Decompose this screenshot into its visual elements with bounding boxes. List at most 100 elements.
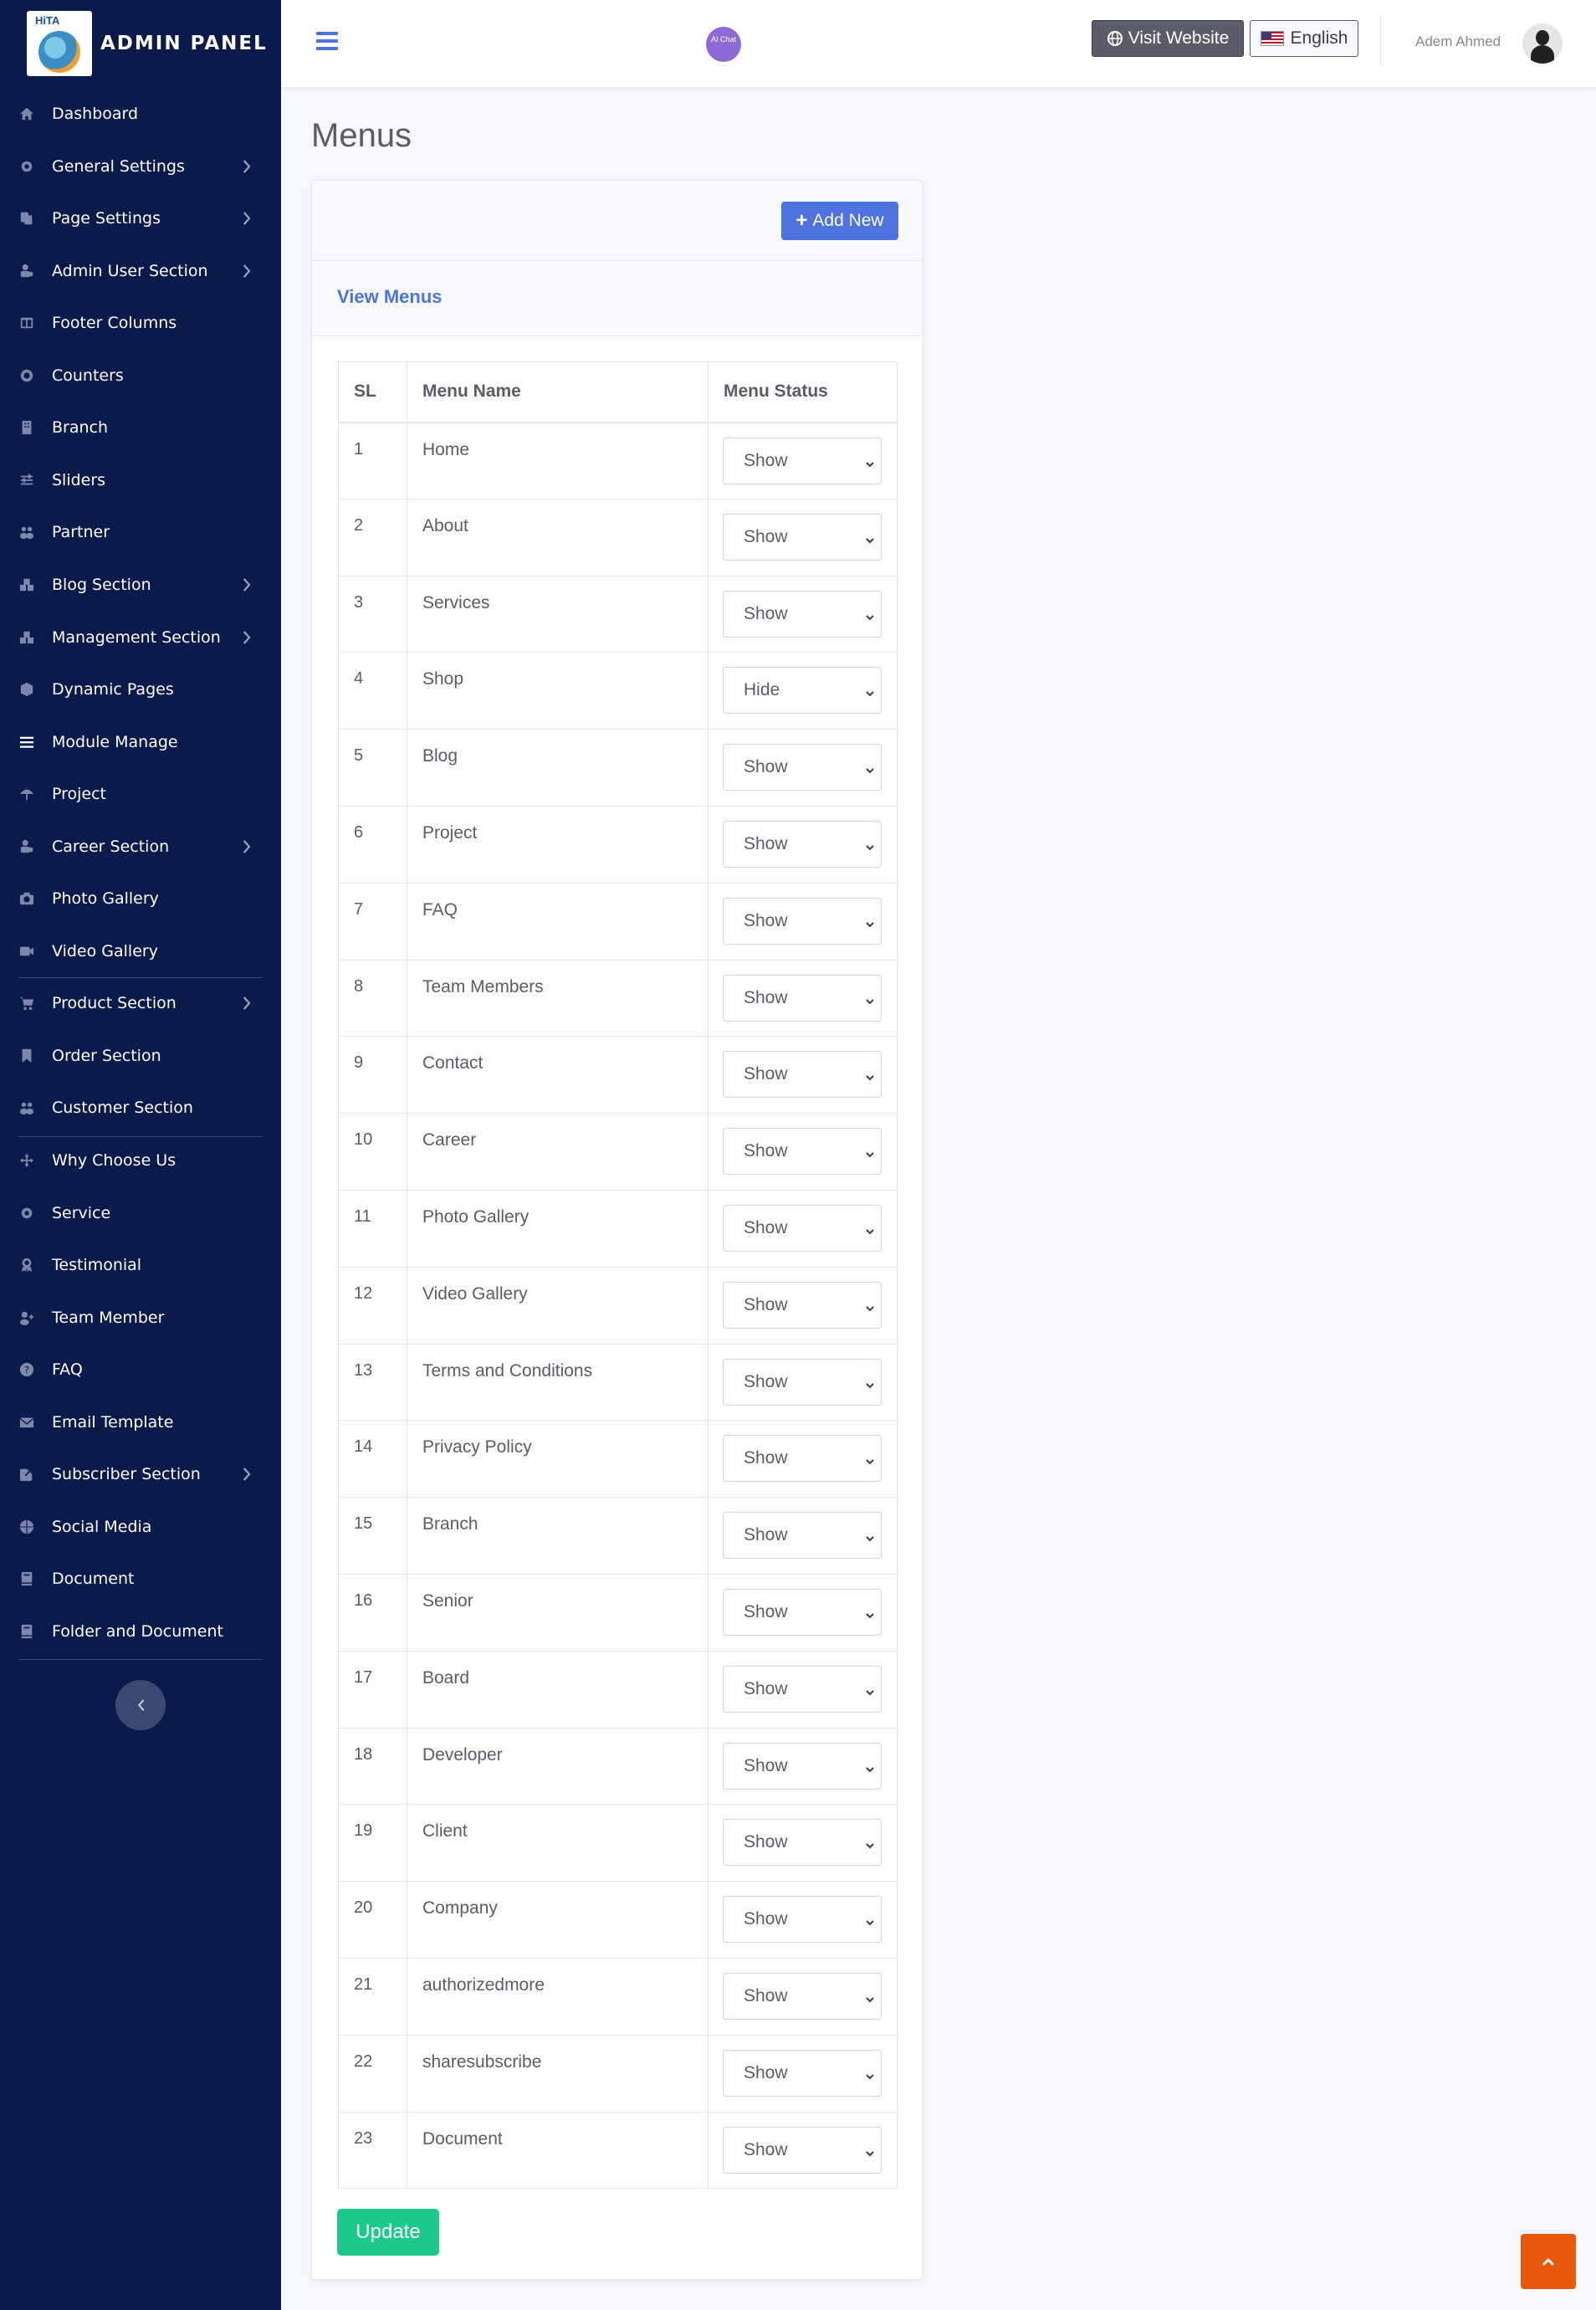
- menu-status-select[interactable]: Show: [723, 1512, 882, 1560]
- menu-status-select[interactable]: Show: [723, 1051, 882, 1099]
- sidebar-item-email-template[interactable]: Email Template: [18, 1406, 261, 1439]
- cog-icon: [18, 158, 35, 175]
- menu-status-select[interactable]: Show: [723, 1588, 882, 1636]
- column-header-menu-name: Menu Name: [407, 361, 708, 423]
- sidebar-item-video-gallery[interactable]: Video Gallery: [18, 935, 261, 968]
- menu-status-select[interactable]: Show: [723, 1358, 882, 1406]
- user-name[interactable]: Adem Ahmed: [1415, 33, 1501, 50]
- menu-status-select[interactable]: Show: [723, 897, 882, 945]
- row-sl: 20: [338, 1881, 407, 1959]
- menu-status-select[interactable]: Show: [723, 820, 882, 868]
- sidebar-item-photo-gallery[interactable]: Photo Gallery: [18, 882, 261, 915]
- sidebar-item-social-media[interactable]: Social Media: [18, 1510, 261, 1544]
- sidebar-item-document[interactable]: Document: [18, 1562, 261, 1595]
- sidebar-item-order-section[interactable]: Order Section: [18, 1039, 261, 1073]
- menu-status-select[interactable]: Show: [723, 1665, 882, 1713]
- scroll-to-top-button[interactable]: [1521, 2234, 1576, 2289]
- row-menu-status-cell: Show: [708, 1420, 898, 1498]
- menu-status-select[interactable]: Hide: [723, 667, 882, 715]
- visit-website-button[interactable]: Visit Website: [1092, 20, 1244, 57]
- update-button[interactable]: Update: [337, 2209, 439, 2256]
- sidebar-item-general-settings[interactable]: General Settings: [18, 150, 261, 183]
- sidebar-item-product-section[interactable]: Product Section: [18, 986, 261, 1020]
- language-select[interactable]: English: [1250, 20, 1358, 57]
- menu-status-select[interactable]: Show: [723, 1742, 882, 1790]
- row-menu-status-cell: Show: [708, 1727, 898, 1805]
- sidebar-item-career-section[interactable]: Career Section: [18, 830, 261, 863]
- row-menu-name: Client: [407, 1804, 708, 1882]
- menu-status-select[interactable]: Show: [723, 1281, 882, 1329]
- brand-name: ADMIN PANEL: [100, 33, 268, 54]
- sidebar-collapse-button[interactable]: [115, 1680, 166, 1730]
- sidebar-toggle-button[interactable]: [316, 32, 338, 54]
- menu-status-select[interactable]: Show: [723, 2049, 882, 2097]
- sidebar-item-why-choose-us[interactable]: Why Choose Us: [18, 1144, 261, 1177]
- sidebar-item-dynamic-pages[interactable]: Dynamic Pages: [18, 673, 261, 706]
- menu-status-select[interactable]: Show: [723, 2126, 882, 2174]
- menu-status-select[interactable]: Show: [723, 974, 882, 1022]
- sidebar-item-label: Partner: [52, 523, 110, 542]
- sidebar-item-blog-section[interactable]: Blog Section: [18, 568, 261, 602]
- row-menu-name: Branch: [407, 1497, 708, 1575]
- sidebar-item-page-settings[interactable]: Page Settings: [18, 202, 261, 235]
- menu-status-value: Show: [744, 987, 788, 1007]
- row-menu-status-cell: Show: [708, 2034, 898, 2113]
- sidebar-item-folder-and-document[interactable]: Folder and Document: [18, 1615, 261, 1648]
- sidebar-item-subscriber-section[interactable]: Subscriber Section: [18, 1457, 261, 1491]
- menu-status-select[interactable]: Show: [723, 1972, 882, 2020]
- menu-status-select[interactable]: Show: [723, 437, 882, 484]
- chevron-down-icon: [864, 608, 876, 621]
- menu-status-value: Show: [744, 1985, 788, 2005]
- row-menu-status-cell: Show: [708, 2111, 898, 2190]
- chevron-down-icon: [864, 2067, 876, 2080]
- chevron-down-icon: [864, 2144, 876, 2156]
- sidebar-item-project[interactable]: Project: [18, 777, 261, 811]
- row-menu-name: Shop: [407, 652, 708, 730]
- sidebar-item-partner[interactable]: Partner: [18, 515, 261, 549]
- table-row: 9 Contact Show: [338, 1036, 898, 1114]
- chevron-down-icon: [864, 992, 876, 1004]
- row-menu-status-cell: Show: [708, 1343, 898, 1421]
- sidebar-item-service[interactable]: Service: [18, 1196, 261, 1230]
- menu-status-select[interactable]: Show: [723, 744, 882, 791]
- row-sl: 12: [338, 1266, 407, 1345]
- menu-status-select[interactable]: Show: [723, 513, 882, 561]
- sidebar-item-module-manage[interactable]: Module Manage: [18, 725, 261, 759]
- sidebar-item-admin-user-section[interactable]: Admin User Section: [18, 254, 261, 288]
- row-sl: 17: [338, 1650, 407, 1729]
- ai-chat-button[interactable]: AI Chat: [706, 27, 741, 62]
- sidebar-item-management-section[interactable]: Management Section: [18, 621, 261, 654]
- menu-status-select[interactable]: Show: [723, 1819, 882, 1867]
- user-avatar[interactable]: [1522, 23, 1563, 64]
- menu-status-select[interactable]: Show: [723, 1435, 882, 1483]
- sidebar-item-faq[interactable]: ? FAQ: [18, 1353, 261, 1386]
- sidebar-item-sliders[interactable]: Sliders: [18, 464, 261, 497]
- menu-status-select[interactable]: Show: [723, 1128, 882, 1175]
- table-row: 17 Board Show: [338, 1650, 898, 1729]
- sidebar-item-label: Photo Gallery: [52, 889, 159, 909]
- brand[interactable]: HiTA ADMIN PANEL: [27, 11, 268, 76]
- menu-status-select[interactable]: Show: [723, 1204, 882, 1252]
- row-sl: 22: [338, 2034, 407, 2113]
- table-row: 13 Terms and Conditions Show: [338, 1343, 898, 1421]
- chevron-right-icon: [242, 630, 257, 645]
- sidebar-divider: [18, 1659, 263, 1660]
- card-toolbar: + Add New: [312, 181, 923, 261]
- sidebar-item-counters[interactable]: Counters: [18, 359, 261, 392]
- chevron-down-icon: [864, 1222, 876, 1235]
- sidebar-item-customer-section[interactable]: Customer Section: [18, 1091, 261, 1124]
- language-label: English: [1290, 28, 1348, 48]
- chevron-right-icon: [242, 211, 257, 226]
- chevron-down-icon: [864, 531, 876, 544]
- menu-status-select[interactable]: Show: [723, 1896, 882, 1944]
- chevron-right-icon: [242, 839, 257, 854]
- sidebar-item-branch[interactable]: Branch: [18, 411, 261, 444]
- row-sl: 14: [338, 1420, 407, 1498]
- menu-status-select[interactable]: Show: [723, 590, 882, 638]
- add-new-button[interactable]: + Add New: [781, 202, 898, 240]
- sidebar-item-team-member[interactable]: Team Member: [18, 1301, 261, 1334]
- sidebar-item-dashboard[interactable]: Dashboard: [18, 97, 261, 131]
- sidebar-item-testimonial[interactable]: Testimonial: [18, 1248, 261, 1282]
- bars-icon: [18, 734, 35, 750]
- sidebar-item-footer-columns[interactable]: Footer Columns: [18, 306, 261, 340]
